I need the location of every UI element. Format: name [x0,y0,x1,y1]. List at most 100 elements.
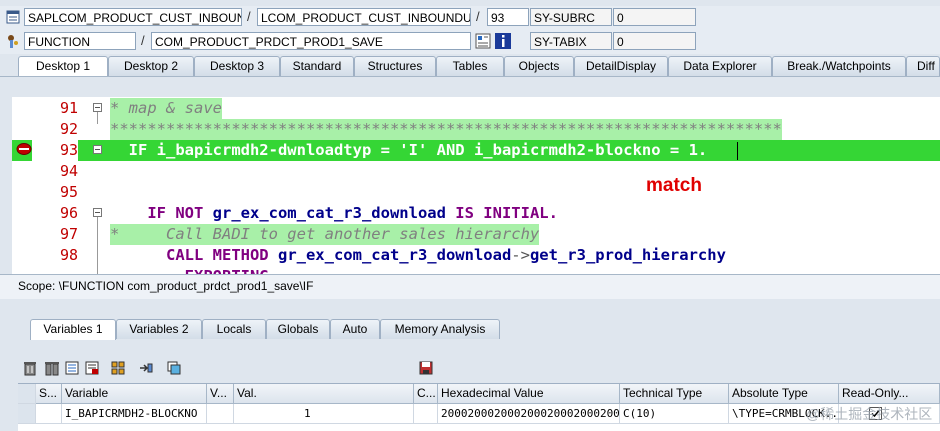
line-number-field[interactable]: 93 [487,8,529,26]
column-header-value[interactable]: Val. [234,384,414,404]
line-number: 91 [59,99,78,117]
cell-c[interactable] [414,404,438,424]
watermark: @稀土掘金技术社区 [806,406,933,422]
fold-toggle-icon[interactable] [93,103,102,112]
column-header-read-only[interactable]: Read-Only... [839,384,940,404]
tab-tables[interactable]: Tables [436,56,504,76]
code-line[interactable]: 97 * Call BADI to get another sales hier… [12,224,940,245]
delete-all-icon[interactable] [44,360,60,376]
separator: / [476,9,480,24]
code-line[interactable]: 94 [12,161,940,182]
tab-auto[interactable]: Auto [330,319,380,339]
code-line[interactable]: 95 [12,182,940,203]
variable1-value-field[interactable]: 0 [613,8,696,26]
desktop-tabstrip: Desktop 1 Desktop 2 Desktop 3 Standard S… [0,54,940,77]
column-header-variable[interactable]: Variable [62,384,207,404]
current-execution-line[interactable]: 93 IF i_bapicrmdh2-dwnloadtyp = 'I' AND … [12,140,940,161]
cell-v[interactable] [207,404,234,424]
scope-text: Scope: \FUNCTION com_product_prdct_prod1… [18,279,314,293]
hierarchy-icon[interactable] [110,360,126,376]
header-corner [18,384,36,404]
row-selector[interactable] [18,404,36,424]
text-cursor [737,142,738,160]
tab-detail-display[interactable]: DetailDisplay [574,56,668,76]
column-header-v[interactable]: V... [207,384,234,404]
column-header-c[interactable]: C... [414,384,438,404]
cell-status[interactable] [36,404,62,424]
line-number: 95 [59,183,78,201]
separator: / [141,33,145,48]
event-name-field[interactable]: COM_PRODUCT_PRDCT_PROD1_SAVE [151,32,471,50]
code-line[interactable]: 96 IF NOT gr_ex_com_cat_r3_download IS I… [12,203,940,224]
code-text: EXPORTING [110,266,269,274]
column-header-status[interactable]: S... [36,384,62,404]
tab-variables-2[interactable]: Variables 2 [116,319,202,339]
save-layout-icon[interactable] [418,360,434,376]
column-header-technical-type[interactable]: Technical Type [620,384,729,404]
code-text: IF NOT gr_ex_com_cat_r3_download IS INIT… [110,204,558,222]
info-bar-program: SAPLCOM_PRODUCT_CUST_INBOUND / LCOM_PROD… [0,6,940,30]
code-line[interactable]: 91 * map & save [12,98,940,119]
code-text: * map & save [110,98,222,119]
variables-tabstrip: Variables 1 Variables 2 Locals Globals A… [0,317,940,340]
tab-data-explorer[interactable]: Data Explorer [668,56,772,76]
navigate-icon[interactable] [138,360,154,376]
column-header-hex-value[interactable]: Hexadecimal Value [438,384,620,404]
source-code-panel: 91 * map & save 92 *********************… [0,76,940,275]
tab-memory-analysis[interactable]: Memory Analysis [380,319,500,339]
tab-structures[interactable]: Structures [354,56,436,76]
separator: / [247,9,251,24]
code-text: IF i_bapicrmdh2-dwnloadtyp = 'I' AND i_b… [110,141,708,159]
tab-desktop-2[interactable]: Desktop 2 [108,56,194,76]
line-number: 93 [32,140,78,161]
display-source-icon[interactable] [474,32,492,50]
tab-desktop-3[interactable]: Desktop 3 [194,56,280,76]
save-variables-icon[interactable] [84,360,100,376]
info-bar-event: FUNCTION / COM_PRODUCT_PRDCT_PROD1_SAVE … [0,30,940,54]
scope-bar: Scope: \FUNCTION com_product_prdct_prod1… [0,274,940,300]
info-icon[interactable] [494,32,512,50]
delete-icon[interactable] [22,360,38,376]
match-annotation: match [646,175,702,196]
cell-hex-value[interactable]: 2000200020002000200020002000... [438,404,620,424]
cell-variable[interactable]: I_BAPICRMDH2-BLOCKNO [62,404,207,424]
variables-table: S... Variable V... Val. C... Hexadecimal… [18,383,940,431]
variables-toolbar [0,360,940,380]
line-number: 98 [59,246,78,264]
program-field[interactable]: SAPLCOM_PRODUCT_CUST_INBOUND [24,8,242,26]
tab-globals[interactable]: Globals [266,319,330,339]
code-line[interactable]: EXPORTING [12,266,940,274]
code-text: ****************************************… [110,119,782,140]
line-number: 92 [59,120,78,138]
line-number: 96 [59,204,78,222]
tab-desktop-1[interactable]: Desktop 1 [18,56,108,77]
code-text: * Call BADI to get another sales hierarc… [110,224,540,245]
fold-toggle-icon[interactable] [93,145,102,154]
code-line[interactable]: 98 CALL METHOD gr_ex_com_cat_r3_download… [12,245,940,266]
copy-icon[interactable] [166,360,182,376]
line-number: 97 [59,225,78,243]
tab-diff[interactable]: Diff [906,56,940,76]
variable2-value-field[interactable]: 0 [613,32,696,50]
tab-locals[interactable]: Locals [202,319,266,339]
program-icon [6,10,20,24]
source-code-editor[interactable]: 91 * map & save 92 *********************… [12,97,940,274]
cell-value[interactable]: 1 [234,404,414,424]
code-text: CALL METHOD gr_ex_com_cat_r3_download->g… [110,246,726,264]
variable2-name-field[interactable]: SY-TABIX [530,32,612,50]
code-line[interactable]: 92 *************************************… [12,119,940,140]
include-field[interactable]: LCOM_PRODUCT_CUST_INBOUNDU02 [257,8,471,26]
line-number: 94 [59,162,78,180]
fold-toggle-icon[interactable] [93,208,102,217]
event-type-field[interactable]: FUNCTION [24,32,136,50]
cell-technical-type[interactable]: C(10) [620,404,729,424]
column-header-absolute-type[interactable]: Absolute Type [729,384,839,404]
tab-breakpoints-watchpoints[interactable]: Break./Watchpoints [772,56,906,76]
function-module-icon [8,35,18,48]
tab-standard[interactable]: Standard [280,56,354,76]
variable1-name-field[interactable]: SY-SUBRC [530,8,612,26]
load-variables-icon[interactable] [64,360,80,376]
breakpoint-icon[interactable] [16,143,32,155]
tab-objects[interactable]: Objects [504,56,574,76]
tab-variables-1[interactable]: Variables 1 [30,319,116,340]
